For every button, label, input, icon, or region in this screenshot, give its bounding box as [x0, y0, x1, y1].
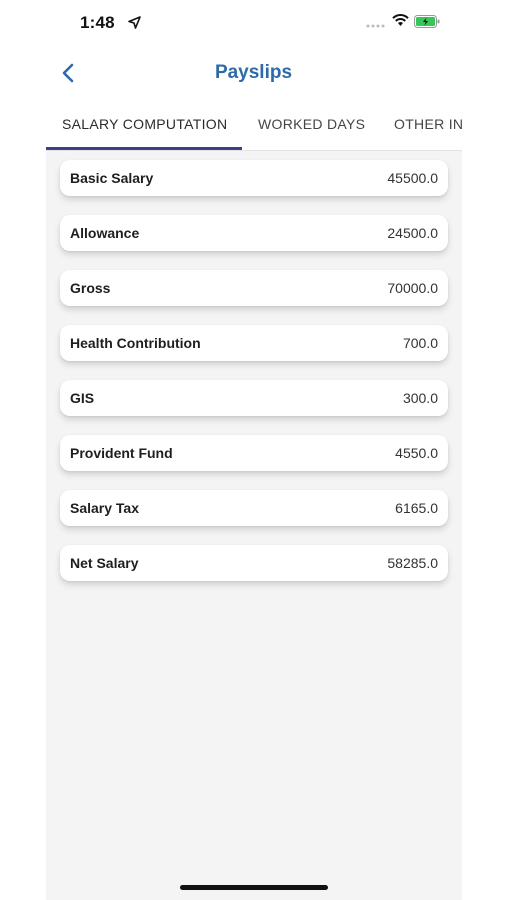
- row-label: Basic Salary: [70, 170, 154, 186]
- row-value: 300.0: [402, 390, 438, 406]
- cellular-signal-icon: [366, 24, 385, 28]
- salary-row-basic-salary: Basic Salary 45500.0: [60, 160, 448, 196]
- salary-row-salary-tax: Salary Tax 6165.0: [60, 490, 448, 526]
- home-indicator[interactable]: [180, 885, 328, 890]
- row-value: 24500.0: [387, 225, 438, 241]
- row-label: Gross: [70, 280, 111, 296]
- salary-row-net-salary: Net Salary 58285.0: [60, 545, 448, 581]
- salary-list: Basic Salary 45500.0 Allowance 24500.0 G…: [60, 160, 448, 600]
- row-value: 6165.0: [395, 500, 438, 516]
- row-value: 700.0: [402, 335, 438, 351]
- salary-row-health-contribution: Health Contribution 700.0: [60, 325, 448, 361]
- salary-row-allowance: Allowance 24500.0: [60, 215, 448, 251]
- active-tab-indicator: [46, 147, 242, 150]
- row-value: 58285.0: [387, 555, 438, 571]
- row-label: Net Salary: [70, 555, 139, 571]
- battery-charging-icon: [414, 15, 440, 28]
- row-label: GIS: [70, 390, 95, 406]
- status-bar: 1:48: [0, 0, 507, 46]
- salary-row-provident-fund: Provident Fund 4550.0: [60, 435, 448, 471]
- tab-worked-days[interactable]: WORKED DAYS: [258, 116, 365, 132]
- row-value: 70000.0: [387, 280, 438, 296]
- tab-salary-computation[interactable]: SALARY COMPUTATION: [62, 116, 227, 132]
- location-arrow-icon: [128, 16, 141, 29]
- salary-row-gross: Gross 70000.0: [60, 270, 448, 306]
- row-label: Allowance: [70, 225, 140, 241]
- wifi-icon: [392, 14, 409, 26]
- row-value: 4550.0: [395, 445, 438, 461]
- tab-bar: SALARY COMPUTATION WORKED DAYS OTHER INP…: [46, 100, 462, 151]
- tab-other-inputs[interactable]: OTHER INPUTS: [394, 116, 462, 132]
- row-label: Health Contribution: [70, 335, 201, 351]
- row-label: Provident Fund: [70, 445, 173, 461]
- page-title: Payslips: [214, 62, 293, 83]
- salary-row-gis: GIS 300.0: [60, 380, 448, 416]
- row-label: Salary Tax: [70, 500, 140, 516]
- payslip-content: SALARY COMPUTATION WORKED DAYS OTHER INP…: [46, 100, 462, 900]
- status-time: 1:48: [80, 13, 115, 32]
- payslips-screen: 1:48 Payslips SALARY COMPUTATION WORKED …: [0, 0, 507, 900]
- row-value: 45500.0: [387, 170, 438, 186]
